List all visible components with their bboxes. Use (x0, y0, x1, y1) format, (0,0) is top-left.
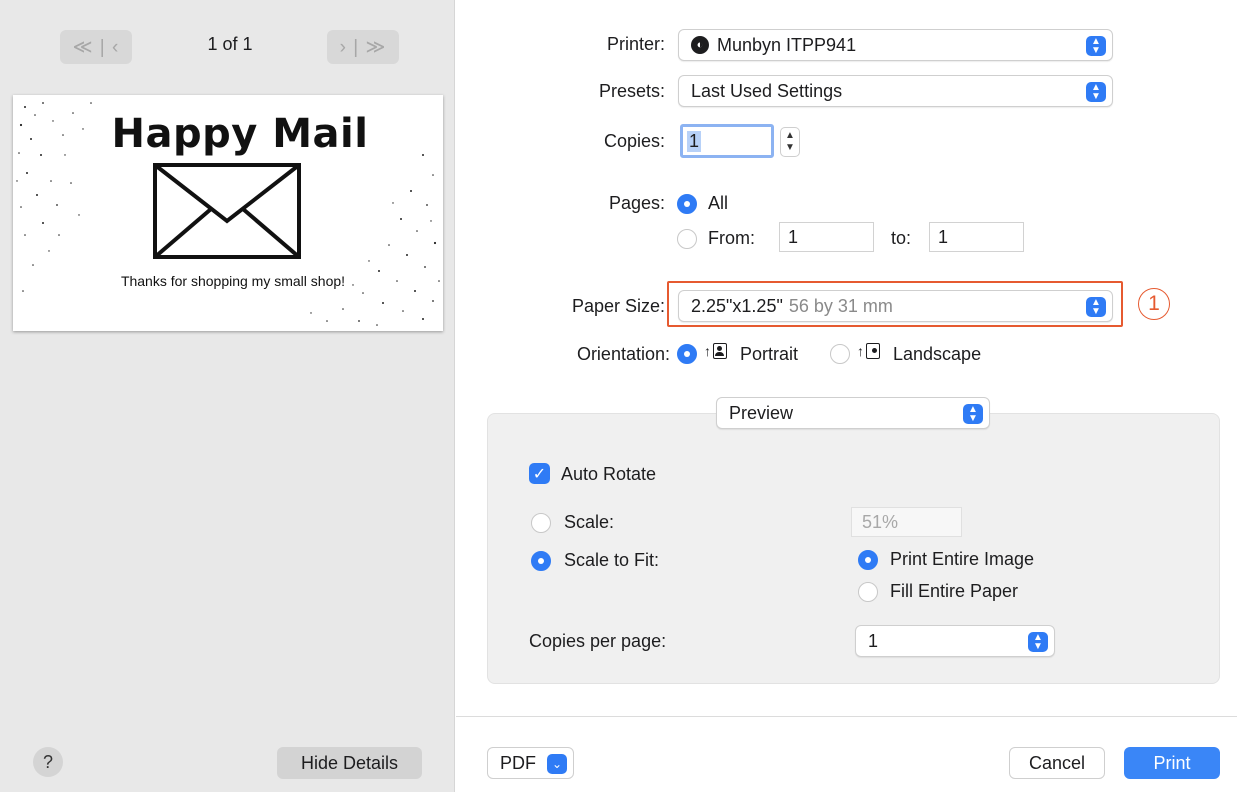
help-button[interactable]: ? (33, 747, 63, 777)
pages-all-label: All (708, 193, 729, 213)
callout-number: 1 (1138, 288, 1170, 320)
portrait-label: Portrait (740, 344, 799, 364)
pages-to-label: to: (891, 228, 912, 248)
landscape-label: Landscape (893, 344, 982, 364)
print-entire-image-radio[interactable] (858, 550, 878, 570)
copies-per-page-select[interactable]: 1 ▲ ▼ (855, 625, 1055, 657)
up-down-chevron-icon: ▲ ▼ (1086, 36, 1106, 56)
hide-details-button[interactable]: Hide Details (277, 747, 422, 779)
printer-select[interactable]: ◐ Munbyn ITPP941 ▲ ▼ (678, 29, 1113, 61)
orientation-label: Orientation: (576, 344, 670, 364)
pdf-menu-button[interactable]: PDF ⌄ (487, 747, 574, 779)
fill-entire-paper-label: Fill Entire Paper (890, 581, 1019, 601)
pages-to-input[interactable]: 1 (929, 222, 1024, 252)
printer-status-icon: ◐ (691, 36, 709, 54)
copies-input[interactable]: 1 (680, 124, 774, 158)
print-button[interactable]: Print (1124, 747, 1220, 779)
up-down-chevron-icon: ▲ ▼ (963, 404, 983, 424)
footer-divider (456, 716, 1237, 717)
presets-label: Presets: (598, 81, 665, 101)
preview-pane: ≪ | ‹ 1 of 1 › | ≫ Happy Mail Thanks for… (0, 0, 455, 792)
landscape-icon: ↑ (857, 343, 880, 359)
thumbnail-title: Happy Mail (111, 111, 369, 157)
scale-radio[interactable] (531, 513, 551, 533)
chevron-down-icon: ⌄ (547, 754, 567, 774)
fill-entire-paper-radio[interactable] (858, 582, 878, 602)
next-last-page-button[interactable]: › | ≫ (327, 30, 399, 64)
pages-label: Pages: (608, 193, 665, 213)
section-select[interactable]: Preview ▲ ▼ (716, 397, 990, 429)
scale-to-fit-label: Scale to Fit: (564, 550, 660, 570)
copies-per-page-value: 1 (868, 630, 879, 651)
portrait-icon: ↑ (704, 343, 727, 359)
auto-rotate-label: Auto Rotate (561, 464, 657, 484)
copies-stepper[interactable]: ▲ ▼ (780, 127, 800, 157)
pages-from-input[interactable]: 1 (779, 222, 874, 252)
copies-value: 1 (687, 130, 702, 152)
pages-range-radio[interactable] (677, 229, 697, 249)
portrait-radio[interactable] (677, 344, 697, 364)
print-dialog: ≪ | ‹ 1 of 1 › | ≫ Happy Mail Thanks for… (0, 0, 1237, 792)
envelope-icon (153, 163, 301, 259)
paper-size-label: Paper Size: (571, 296, 665, 316)
up-down-chevron-icon: ▲ ▼ (1086, 82, 1106, 102)
scale-input[interactable]: 51% (851, 507, 962, 537)
section-select-value: Preview (729, 402, 794, 423)
copies-per-page-label: Copies per page: (529, 631, 667, 651)
presets-value: Last Used Settings (691, 80, 843, 101)
thumbnail-caption: Thanks for shopping my small shop! (120, 273, 346, 289)
auto-rotate-checkbox[interactable]: ✓ (529, 463, 550, 484)
copies-label: Copies: (603, 131, 665, 151)
chevron-up-icon[interactable]: ▲ (785, 130, 795, 142)
printer-value: Munbyn ITPP941 (717, 34, 857, 55)
landscape-radio[interactable] (830, 344, 850, 364)
up-down-chevron-icon: ▲ ▼ (1028, 632, 1048, 652)
cancel-button[interactable]: Cancel (1009, 747, 1105, 779)
pages-from-label: From: (708, 228, 755, 248)
first-prev-page-button[interactable]: ≪ | ‹ (60, 30, 132, 64)
scale-to-fit-radio[interactable] (531, 551, 551, 571)
print-entire-image-label: Print Entire Image (890, 549, 1035, 569)
paper-size-highlight (667, 281, 1123, 327)
chevron-down-icon[interactable]: ▼ (785, 142, 795, 154)
presets-select[interactable]: Last Used Settings ▲ ▼ (678, 75, 1113, 107)
page-preview-thumbnail: Happy Mail Thanks for shopping my small … (13, 95, 443, 331)
pdf-label: PDF (500, 752, 536, 773)
printer-label: Printer: (606, 34, 665, 54)
pages-all-radio[interactable] (677, 194, 697, 214)
page-counter: 1 of 1 (207, 34, 253, 54)
scale-label: Scale: (564, 512, 615, 532)
